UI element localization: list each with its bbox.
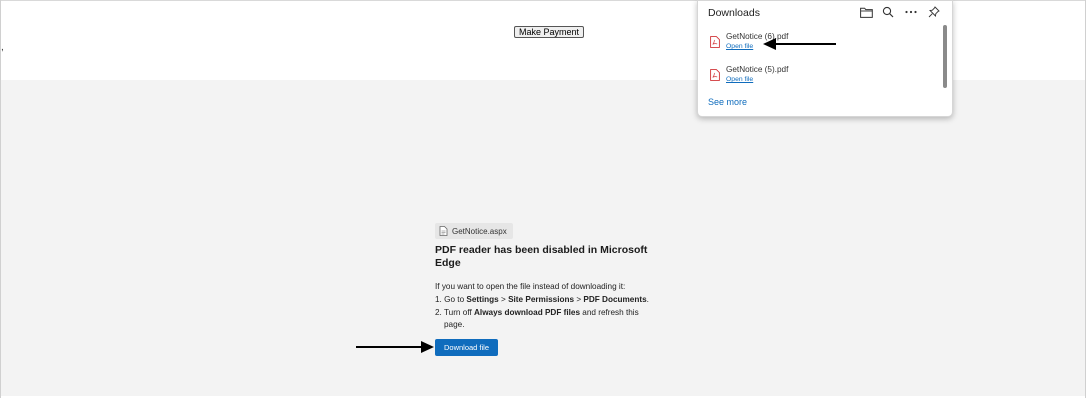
instruction-step-2-continuation: page. (444, 320, 465, 330)
open-file-link[interactable]: Open file (726, 43, 753, 50)
annotation-arrow-open-file (763, 38, 836, 50)
pin-icon[interactable] (927, 5, 941, 19)
download-item[interactable]: GetNotice (5).pdf Open file (706, 59, 936, 87)
download-file-button[interactable]: Download file (435, 339, 498, 356)
make-payment-button[interactable]: Make Payment (514, 26, 585, 38)
settings-label: Settings (466, 294, 499, 304)
instruction-step-2: 2. Turn off Always download PDF files an… (435, 307, 665, 320)
pdf-file-icon (710, 35, 720, 53)
see-more-link[interactable]: See more (708, 97, 747, 107)
downloads-scrollbar[interactable] (943, 25, 947, 88)
open-file-link[interactable]: Open file (726, 76, 753, 83)
downloads-title: Downloads (708, 7, 760, 19)
downloads-panel: Downloads GetNotice (6).pdf Open file Ge… (697, 0, 953, 117)
pdf-disabled-heading: PDF reader has been disabled in Microsof… (435, 244, 648, 269)
file-name-chip: GetNotice.aspx (435, 223, 513, 239)
stray-comma: , (1, 42, 4, 53)
folder-icon[interactable] (859, 5, 873, 19)
step-2-suffix: and refresh this (580, 307, 639, 317)
pdf-instructions: If you want to open the file instead of … (435, 281, 665, 332)
annotation-arrow-download (356, 341, 434, 353)
pdf-file-icon (710, 68, 720, 86)
instruction-step-1: 1. Go to Settings > Site Permissions > P… (435, 294, 665, 307)
step-2-prefix: 2. Turn off (435, 307, 474, 317)
step-1-suffix: . (646, 294, 649, 304)
separator: > (498, 294, 509, 304)
separator: > (574, 294, 584, 304)
instructions-intro: If you want to open the file instead of … (435, 282, 626, 291)
pdf-viewer-area (1, 80, 1085, 396)
step-1-prefix: 1. Go to (435, 294, 467, 304)
site-permissions-label: Site Permissions (508, 294, 575, 304)
download-file-name: GetNotice (5).pdf (726, 65, 789, 74)
always-download-label: Always download PDF files (474, 307, 581, 317)
pdf-documents-label: PDF Documents (583, 294, 647, 304)
file-name: GetNotice.aspx (452, 226, 507, 236)
search-icon[interactable] (881, 5, 895, 19)
document-icon (439, 226, 448, 236)
more-icon[interactable] (904, 5, 918, 19)
